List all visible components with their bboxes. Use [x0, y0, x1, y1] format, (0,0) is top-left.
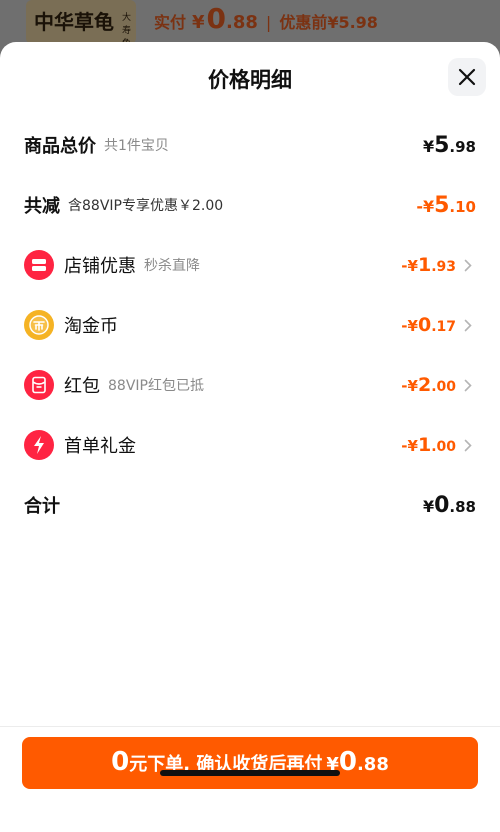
shop-discount-label: 店铺优惠 [64, 256, 136, 277]
shop-discount-sub: 秒杀直降 [144, 258, 200, 274]
lightning-icon [24, 430, 54, 460]
total-price-sub: 共1件宝贝 [104, 138, 169, 154]
amount-int: 1 [417, 434, 432, 456]
chevron-right-icon [464, 258, 476, 272]
red-packet-sub: 88VIP红包已抵 [108, 378, 204, 394]
cta-amount-dec: .88 [356, 754, 389, 775]
row-sum: 合计 ¥ 0 .88 [24, 485, 476, 525]
before-discount-price: 优惠前¥5.98 [279, 13, 378, 32]
red-packet-icon [24, 370, 54, 400]
first-order-amount: -¥ 1 .00 [401, 434, 456, 456]
first-order-label: 首单礼金 [64, 436, 136, 457]
yen-sign: ¥ [422, 496, 435, 516]
sheet-title: 价格明细 [208, 68, 292, 92]
amount-int: 5 [434, 132, 450, 158]
yen-sign: -¥ [401, 317, 418, 335]
red-packet-amount: -¥ 2 .00 [401, 374, 456, 396]
row-shop-discount[interactable]: 店铺优惠 秒杀直降 -¥ 1 .93 [24, 245, 476, 285]
paid-yen: ¥ [192, 12, 205, 33]
close-icon [458, 68, 476, 86]
coin-label: 淘金币 [64, 316, 118, 337]
sum-amount: ¥ 0 .88 [423, 493, 476, 518]
row-total-reduction: 共减 含88VIP专享优惠￥2.00 -¥ 5 .10 [24, 185, 476, 225]
yen-sign: -¥ [401, 377, 418, 395]
cta-amount-int: 0 [338, 747, 357, 777]
amount-dec: .10 [449, 197, 476, 216]
sum-label: 合计 [24, 496, 60, 517]
background-header: 中华草龟 大寿龟 实付 ¥ 0 .88 | 优惠前¥5.98 [0, 0, 500, 44]
shop-coupon-icon [24, 250, 54, 280]
row-taojinbi[interactable]: 淘金币 -¥ 0 .17 [24, 305, 476, 345]
row-total-price: 商品总价 共1件宝贝 ¥ 5 .98 [24, 125, 476, 165]
close-button[interactable] [448, 58, 486, 96]
red-packet-label: 红包 [64, 376, 100, 397]
paid-amount-dec: .88 [226, 12, 258, 33]
amount-dec: .17 [431, 319, 456, 335]
bottom-action-bar: 0 元下单, 确认收货后再付 ¥ 0 .88 [0, 726, 500, 832]
cta-zero: 0 [111, 747, 130, 777]
thumbnail-subtitle: 大寿龟 [122, 13, 132, 44]
coin-amount: -¥ 0 .17 [401, 314, 456, 336]
reduction-amount: -¥ 5 .10 [416, 193, 476, 218]
amount-int: 2 [417, 374, 432, 396]
amount-int: 5 [434, 192, 450, 218]
paid-amount-int: 0 [206, 2, 227, 35]
home-indicator [160, 770, 340, 776]
total-price-label: 商品总价 [24, 136, 96, 157]
chevron-right-icon [464, 378, 476, 392]
yen-sign: -¥ [416, 196, 435, 216]
amount-dec: .98 [449, 137, 476, 156]
thumbnail-title: 中华草龟 [34, 10, 114, 34]
coin-icon [24, 310, 54, 340]
amount-int: 1 [417, 254, 432, 276]
reduction-label: 共减 [24, 196, 60, 217]
product-thumbnail: 中华草龟 大寿龟 [26, 0, 136, 44]
reduction-sub: 含88VIP专享优惠￥2.00 [68, 198, 224, 214]
paid-label: 实付 [154, 13, 187, 32]
shop-discount-amount: -¥ 1 .93 [401, 254, 456, 276]
chevron-right-icon [464, 438, 476, 452]
paid-summary: 实付 ¥ 0 .88 | 优惠前¥5.98 [154, 2, 378, 35]
row-red-packet[interactable]: 红包 88VIP红包已抵 -¥ 2 .00 [24, 365, 476, 405]
chevron-right-icon [464, 318, 476, 332]
yen-sign: ¥ [422, 136, 435, 156]
place-order-button[interactable]: 0 元下单, 确认收货后再付 ¥ 0 .88 [22, 737, 478, 789]
separator: | [265, 13, 272, 32]
amount-dec: .00 [431, 379, 456, 395]
amount-int: 0 [434, 492, 450, 518]
total-price-amount: ¥ 5 .98 [423, 133, 476, 158]
amount-int: 0 [417, 314, 432, 336]
yen-sign: -¥ [401, 257, 418, 275]
amount-dec: .93 [431, 259, 456, 275]
price-detail-sheet: 价格明细 商品总价 共1件宝贝 ¥ 5 .98 共减 含88VIP专享优惠￥2.… [0, 42, 500, 832]
yen-sign: -¥ [401, 437, 418, 455]
amount-dec: .88 [449, 497, 476, 516]
amount-dec: .00 [431, 439, 456, 455]
row-first-order-gift[interactable]: 首单礼金 -¥ 1 .00 [24, 425, 476, 465]
